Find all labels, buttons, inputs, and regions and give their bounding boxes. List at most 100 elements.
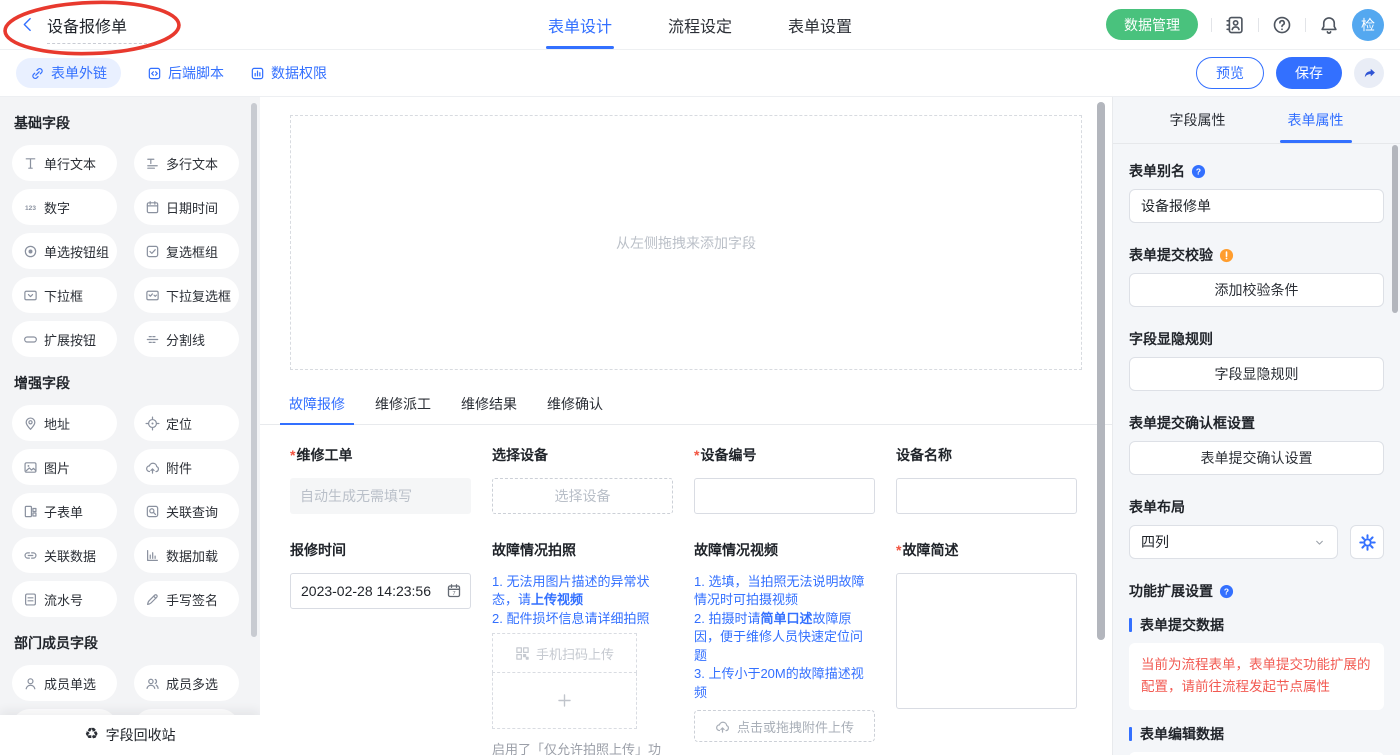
form-alias-label: 表单别名	[1129, 161, 1185, 181]
report-time-picker[interactable]: 7	[290, 573, 471, 609]
instruction-line: 3. 上传小于20M的故障描述视频	[694, 665, 875, 702]
field-work-order: *维修工单	[290, 445, 471, 514]
field-pill-label: 成员多选	[166, 674, 218, 693]
field-pill[interactable]: 成员多选	[134, 665, 239, 701]
share-icon[interactable]	[1354, 58, 1384, 88]
form-alias-input[interactable]	[1129, 189, 1384, 223]
field-pill-label: 下拉复选框	[166, 286, 231, 305]
question-circle-icon[interactable]	[1272, 15, 1292, 35]
qr-code-icon	[515, 646, 530, 661]
flow-tab-4[interactable]: 维修确认	[538, 394, 612, 424]
field-pill[interactable]: 地址	[12, 405, 117, 441]
data-manage-button[interactable]: 数据管理	[1106, 9, 1198, 40]
visibility-rules-button[interactable]: 字段显隐规则	[1129, 357, 1384, 391]
toolbar-link-2[interactable]: 后端脚本	[147, 58, 224, 88]
toolbar-link-1[interactable]: 表单外链	[16, 58, 121, 88]
instruction-line: 2. 拍摄时请简单口述故障原因，便于维修人员快速定位问题	[694, 610, 875, 665]
add-validation-button[interactable]: 添加校验条件	[1129, 273, 1384, 307]
select-device-button[interactable]: 选择设备	[492, 478, 673, 514]
required-asterisk: *	[896, 542, 901, 558]
attachment-upload-button[interactable]: 点击或拖拽附件上传	[694, 710, 875, 742]
device-name-input[interactable]	[896, 478, 1077, 514]
top-header: 设备报修单 表单设计流程设定表单设置 数据管理 检	[0, 0, 1400, 50]
field-pill[interactable]: 123数字	[12, 189, 117, 225]
field-pill-label: 复选框组	[166, 242, 218, 261]
field-label: *故障简述	[896, 540, 1077, 560]
address-icon	[23, 416, 38, 431]
dropzone[interactable]: 从左侧拖拽来添加字段	[290, 115, 1082, 370]
field-pill[interactable]: 子表单	[12, 493, 117, 529]
attachment-icon	[145, 460, 160, 475]
field-pill[interactable]: 图片	[12, 449, 117, 485]
calendar-icon[interactable]: 7	[446, 583, 462, 599]
field-pill[interactable]: 单行文本	[12, 145, 117, 181]
avatar[interactable]: 检	[1352, 9, 1384, 41]
field-pill[interactable]: 流水号	[12, 581, 117, 617]
field-pill[interactable]: 数据加载	[134, 537, 239, 573]
flow-tab-3[interactable]: 维修结果	[452, 394, 526, 424]
header-tab-2[interactable]: 流程设定	[668, 0, 732, 49]
header-tab-1[interactable]: 表单设计	[548, 0, 612, 49]
properties-tab-2[interactable]: 表单属性	[1284, 97, 1348, 143]
fault-brief-textarea[interactable]	[896, 573, 1077, 709]
contacts-icon[interactable]	[1225, 15, 1245, 35]
save-button[interactable]: 保存	[1276, 57, 1342, 89]
field-pill[interactable]: 下拉复选框	[134, 277, 239, 313]
field-recycle-button[interactable]: ♻ 字段回收站	[0, 715, 260, 755]
header-tab-3[interactable]: 表单设置	[788, 0, 852, 49]
help-icon[interactable]: ?	[1191, 164, 1206, 179]
form-alias-label-row: 表单别名 ?	[1129, 161, 1384, 181]
field-pill[interactable]: 复选框组	[134, 233, 239, 269]
radio-icon	[23, 244, 38, 259]
preview-button[interactable]: 预览	[1196, 57, 1264, 89]
scan-upload-button[interactable]: 手机扫码上传	[492, 633, 637, 673]
field-pill[interactable]: 附件	[134, 449, 239, 485]
toolbar-link-3[interactable]: 数据权限	[250, 58, 327, 88]
field-pill[interactable]: 日期时间	[134, 189, 239, 225]
edit-data-box	[1129, 752, 1384, 755]
data-load-icon	[145, 548, 160, 563]
flow-tab-2[interactable]: 维修派工	[366, 394, 440, 424]
bell-icon[interactable]	[1319, 15, 1339, 35]
field-pill[interactable]: 下拉框	[12, 277, 117, 313]
field-pill[interactable]: 定位	[134, 405, 239, 441]
field-pill[interactable]: 手写签名	[134, 581, 239, 617]
field-pill[interactable]: 分割线	[134, 321, 239, 357]
field-pill[interactable]: 扩展按钮	[12, 321, 117, 357]
toolbar-link-label: 表单外链	[51, 63, 107, 83]
layout-gear-button[interactable]	[1350, 525, 1384, 559]
flow-tab-1[interactable]: 故障报修	[280, 394, 354, 424]
subform-icon	[23, 504, 38, 519]
field-pill[interactable]: 关联查询	[134, 493, 239, 529]
properties-tab-1[interactable]: 字段属性	[1166, 97, 1230, 143]
field-section-title: 基础字段	[14, 113, 260, 133]
field-pill-grid: 单行文本多行文本 123数字日期时间单选按钮组 复选框组下拉框 下拉复选框扩展按钮分割…	[12, 145, 260, 357]
header-nav-tabs: 表单设计 流程设定 表单设置	[548, 0, 852, 49]
chevron-down-icon	[1313, 536, 1326, 549]
field-pill[interactable]: 多行文本	[134, 145, 239, 181]
submit-confirm-button[interactable]: 表单提交确认设置	[1129, 441, 1384, 475]
link-icon	[30, 66, 45, 81]
report-time-input[interactable]	[290, 573, 471, 609]
photo-upload-cell[interactable]	[492, 673, 637, 729]
field-label: *维修工单	[290, 445, 471, 465]
layout-select[interactable]: 四列	[1129, 525, 1338, 559]
field-pill[interactable]: 单选按钮组	[12, 233, 117, 269]
help-icon[interactable]: ?	[1219, 584, 1234, 599]
warning-icon[interactable]	[1219, 248, 1234, 263]
work-order-input[interactable]	[290, 478, 471, 514]
members-icon	[145, 676, 160, 691]
back-icon[interactable]	[19, 16, 36, 33]
device-no-input[interactable]	[694, 478, 875, 514]
left-sidebar-scrollbar[interactable]	[251, 103, 257, 637]
properties-scrollbar[interactable]	[1392, 145, 1398, 313]
field-pill[interactable]: 成员单选	[12, 665, 117, 701]
field-pill[interactable]: 关联数据	[12, 537, 117, 573]
form-grid: *维修工单 选择设备 选择设备 *设备编号 设备名称 报修时间	[290, 445, 1082, 755]
properties-panel: 字段属性表单属性 表单别名 ? 表单提交校验 添加校验条件 字段显隐规则 字段显…	[1112, 97, 1400, 755]
canvas-scrollbar[interactable]	[1097, 102, 1105, 640]
toolbar-link-label: 后端脚本	[168, 63, 224, 83]
field-device-no: *设备编号	[694, 445, 875, 514]
code-square-icon	[147, 66, 162, 81]
toolbar-links: 表单外链 后端脚本 数据权限	[16, 58, 327, 88]
